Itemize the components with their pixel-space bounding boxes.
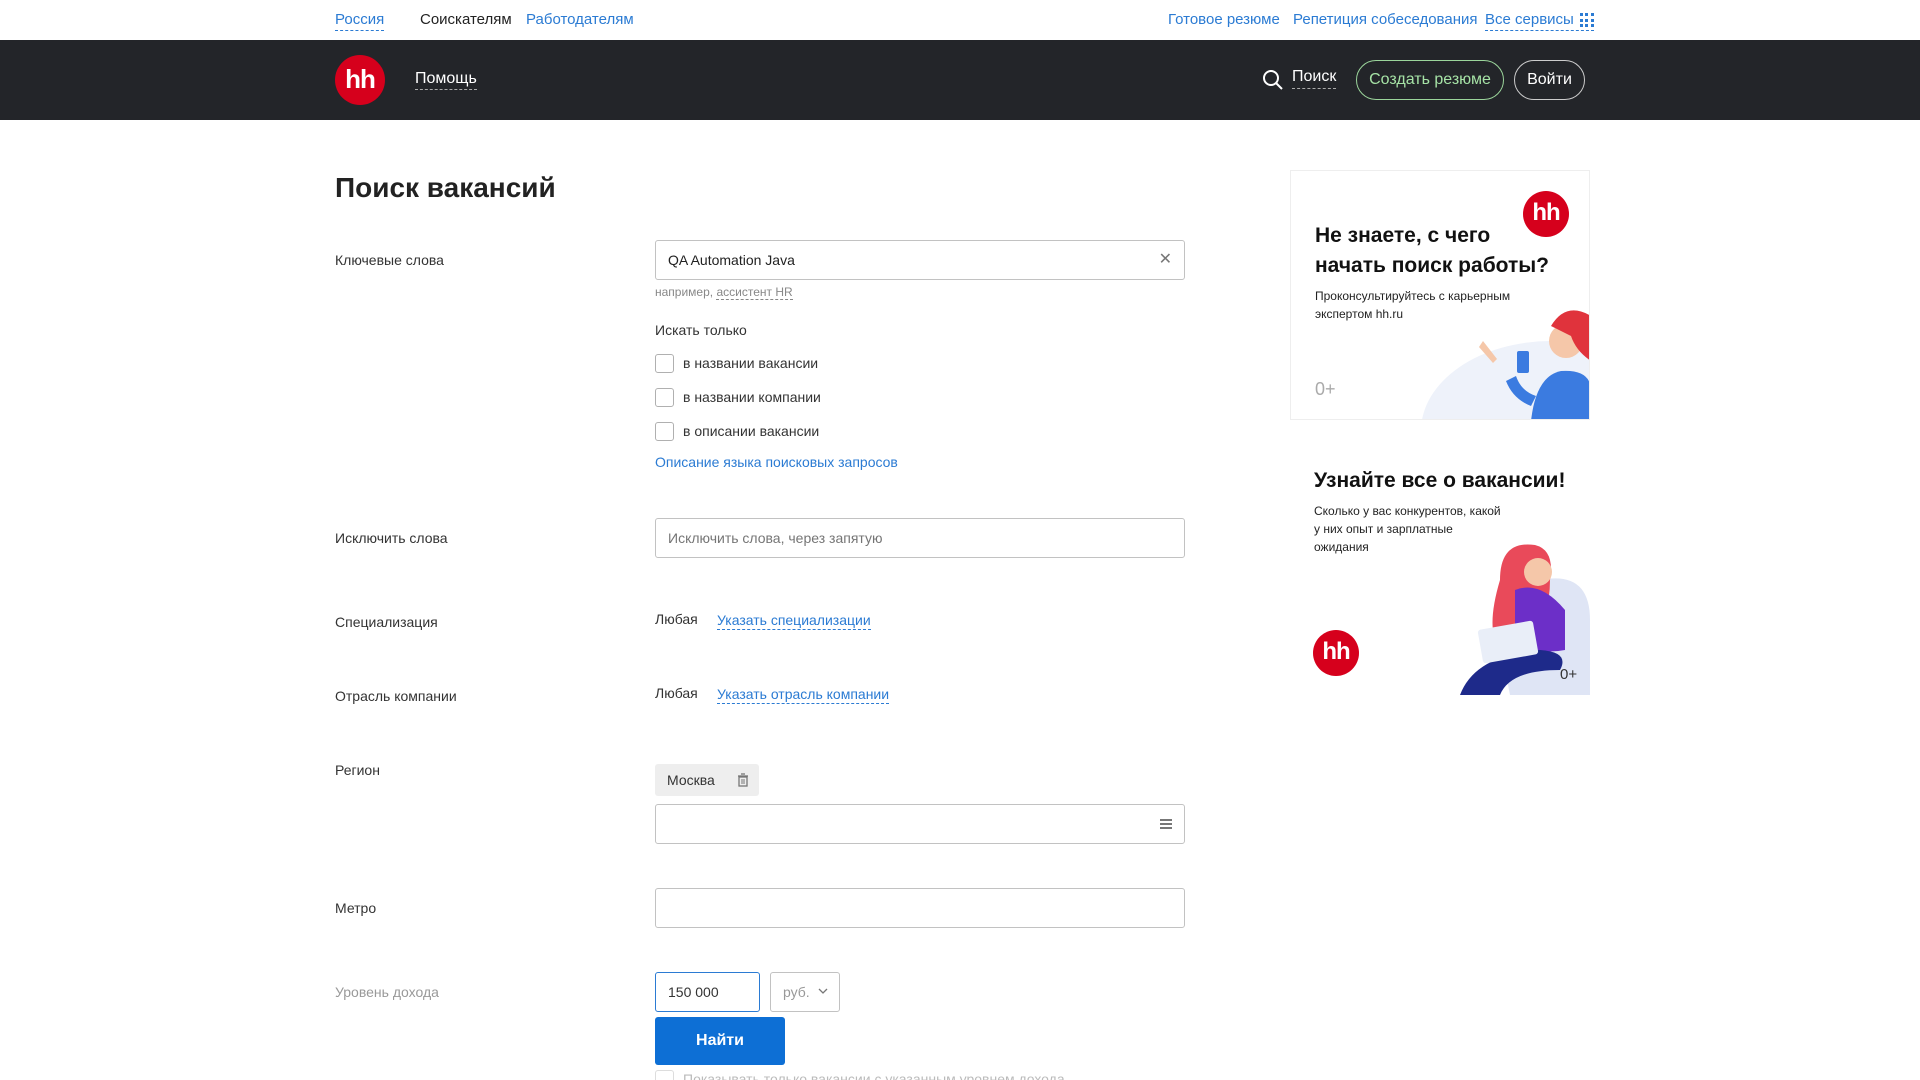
- hh-logo[interactable]: hh: [335, 55, 385, 105]
- interview-rehearsal-link[interactable]: Репетиция собеседования: [1293, 10, 1477, 30]
- checkbox-label: в названии вакансии: [683, 355, 819, 371]
- query-language-link[interactable]: Описание языка поисковых запросов: [655, 454, 898, 470]
- salary-label: Уровень дохода: [335, 984, 439, 1000]
- industry-value: Любая: [655, 685, 698, 701]
- age-rating: 0+: [1315, 379, 1336, 399]
- ready-resume-link[interactable]: Готовое резюме: [1168, 10, 1280, 30]
- banner-title-line2: начать поиск работы?: [1315, 254, 1550, 277]
- keywords-value: QA Automation Java: [668, 252, 795, 268]
- region-label: Регион: [335, 762, 380, 778]
- banner-title: Узнайте все о вакансии!: [1314, 469, 1566, 492]
- age-rating: 0+: [1560, 666, 1578, 683]
- hint-example-link[interactable]: ассистент HR: [716, 285, 793, 300]
- region-selector-link[interactable]: Россия: [335, 10, 385, 31]
- currency-value: руб.: [783, 984, 810, 1000]
- currency-select[interactable]: руб.: [770, 972, 840, 1012]
- salary-input[interactable]: 150 000: [655, 972, 760, 1012]
- trash-icon[interactable]: [735, 772, 751, 788]
- industry-link[interactable]: Указать отрасль компании: [717, 685, 890, 704]
- checkbox[interactable]: [655, 388, 674, 407]
- checkbox[interactable]: [655, 422, 674, 441]
- exclude-words-input[interactable]: [655, 518, 1185, 558]
- all-services-label: Все сервисы: [1485, 11, 1574, 28]
- metro-label: Метро: [335, 900, 377, 916]
- banner-hh-logo: hh: [1523, 191, 1569, 237]
- industry-label: Отрасль компании: [335, 688, 457, 704]
- keywords-hint: например, ассистент HR: [655, 285, 793, 300]
- vacancy-info-banner[interactable]: Узнайте все о вакансии! Сколько у вас ко…: [1290, 460, 1590, 695]
- checkbox-label: в описании вакансии: [683, 423, 820, 439]
- specialization-value: Любая: [655, 611, 698, 627]
- employers-link[interactable]: Работодателям: [526, 10, 634, 30]
- keywords-label: Ключевые слова: [335, 252, 444, 268]
- career-expert-banner[interactable]: hh Не знаете, с чего начать поиск работы…: [1290, 170, 1590, 420]
- banner-text-line1: Сколько у вас конкурентов, какой: [1314, 504, 1501, 518]
- exclude-words-label: Исключить слова: [335, 530, 448, 546]
- top-utility-bar: Россия Соискателям Работодателям Готовое…: [0, 0, 1920, 40]
- region-chip-label: Москва: [667, 772, 715, 788]
- keywords-input[interactable]: QA Automation Java ✕: [655, 240, 1185, 280]
- banner-hh-logo: hh: [1313, 630, 1359, 676]
- checkbox-label: в названии компании: [683, 389, 821, 405]
- help-link[interactable]: Помощь: [415, 69, 477, 90]
- region-chip: Москва: [655, 764, 759, 796]
- banner-text-line2: экспертом hh.ru: [1315, 307, 1404, 321]
- all-services-link[interactable]: Все сервисы: [1485, 10, 1594, 31]
- hint-prefix: например,: [655, 285, 717, 299]
- banner-illustration: [1422, 310, 1589, 419]
- main-header: hh Помощь Поиск Создать резюме Войти: [0, 40, 1920, 120]
- seekers-link[interactable]: Соискателям: [420, 10, 512, 30]
- banner-title-line1: Не знаете, с чего: [1315, 224, 1491, 247]
- region-input[interactable]: [655, 804, 1185, 844]
- grid-icon: [1579, 13, 1594, 27]
- clear-icon[interactable]: ✕: [1159, 241, 1172, 279]
- banner-text-line3: ожидания: [1314, 540, 1369, 554]
- find-button[interactable]: Найти: [655, 1017, 785, 1065]
- checkbox[interactable]: [655, 1070, 674, 1080]
- page-title: Поиск вакансий: [335, 172, 556, 203]
- login-button[interactable]: Войти: [1514, 60, 1585, 100]
- salary-only-label: Показывать только вакансии с указанным у…: [683, 1071, 1065, 1080]
- search-button-label: Поиск: [1292, 66, 1337, 89]
- list-icon[interactable]: [1160, 819, 1172, 829]
- search-only-label: Искать только: [655, 322, 747, 338]
- search-icon: [1263, 70, 1283, 90]
- specialization-link[interactable]: Указать специализации: [717, 611, 871, 630]
- create-resume-button[interactable]: Создать резюме: [1356, 60, 1504, 100]
- chevron-down-icon: [818, 988, 828, 994]
- specialization-label: Специализация: [335, 614, 438, 630]
- metro-input[interactable]: [655, 888, 1185, 928]
- checkbox[interactable]: [655, 354, 674, 373]
